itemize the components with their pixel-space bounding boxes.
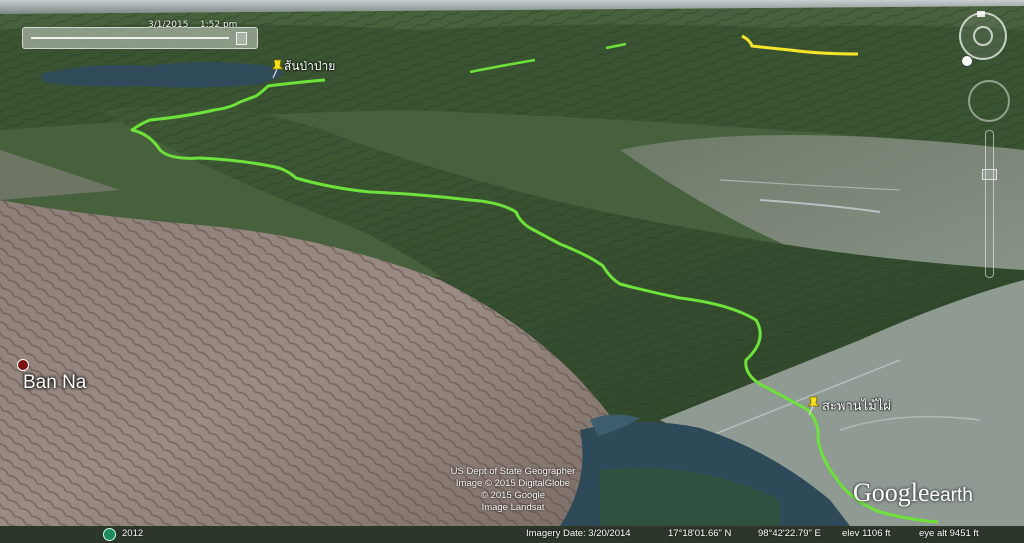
time-slider[interactable] <box>22 27 258 49</box>
elevation-readout: elev 1106 ft <box>842 528 891 539</box>
reset-north-icon[interactable] <box>961 55 973 67</box>
compass-north-marker[interactable] <box>977 11 985 17</box>
imagery-date: Imagery Date: 3/20/2014 <box>526 528 631 539</box>
historical-imagery-icon[interactable] <box>103 528 116 541</box>
time-slider-track[interactable] <box>31 37 229 39</box>
history-year[interactable]: 2012 <box>122 528 143 539</box>
yellow-pushpin-icon[interactable] <box>804 395 822 417</box>
compass-center[interactable] <box>973 26 993 46</box>
placemark-label[interactable]: ส้นป่าป่าย <box>284 57 335 76</box>
town-dot-icon[interactable] <box>17 359 29 371</box>
look-joystick[interactable] <box>968 80 1010 122</box>
longitude-readout: 98°42'22.79" E <box>758 528 821 539</box>
credit-line: US Dept of State Geographer <box>450 466 576 477</box>
credit-line: Image © 2015 DigitalGlobe <box>455 478 571 489</box>
latitude-readout: 17°18'01.66" N <box>668 528 732 539</box>
compass-ring[interactable] <box>959 11 1007 60</box>
town-label[interactable]: Ban Na <box>23 372 86 394</box>
credit-line: © 2015 Google <box>480 490 546 501</box>
google-earth-logo: Googleearth <box>853 478 973 507</box>
imagery-credits: US Dept of State Geographer Image © 2015… <box>432 466 594 514</box>
status-bar: 2012 Imagery Date: 3/20/2014 17°18'01.66… <box>0 526 1024 543</box>
map-terrain-view[interactable] <box>0 0 1024 543</box>
placemark-label[interactable]: สะพานไม้ไผ่ <box>822 395 891 416</box>
eye-altitude-readout: eye alt 9451 ft <box>919 528 979 539</box>
time-slider-handle[interactable] <box>236 32 247 45</box>
zoom-slider[interactable] <box>982 130 997 278</box>
credit-line: Image Landsat <box>481 502 545 513</box>
time-slider-date: 3/1/2015 1:52 pm <box>148 20 238 30</box>
zoom-slider-handle[interactable] <box>982 169 997 180</box>
